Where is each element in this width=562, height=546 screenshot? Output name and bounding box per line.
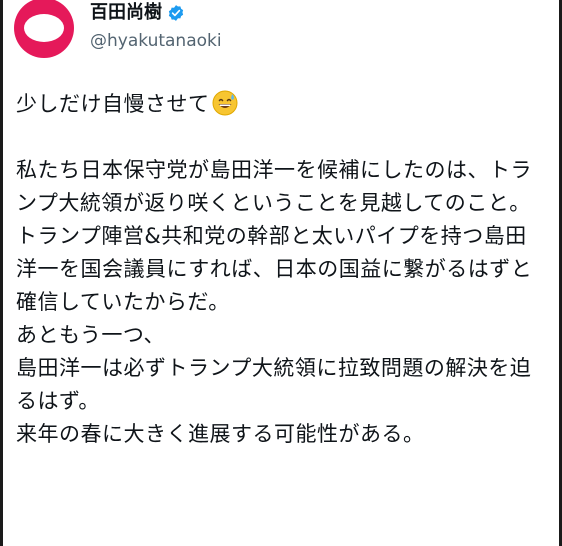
tweet-text: 少しだけ自慢させて 私たち日本保守党が島田洋一を候補にしたのは、トランプ大統領が…	[16, 88, 546, 451]
name-row: 百田尚樹	[90, 2, 222, 24]
author-handle[interactable]: @hyakutanaoki	[90, 30, 222, 52]
verified-badge-icon	[167, 4, 185, 22]
tweet-paragraph-3: あともう一つ、	[16, 323, 166, 347]
author-identity: 百田尚樹 @hyakutanaoki	[90, 2, 222, 52]
tweet-paragraph-4: 島田洋一は必ずトランプ大統領に拉致問題の解決を迫るはず。	[16, 356, 532, 413]
grinning-sweat-emoji-icon	[212, 90, 238, 116]
tweet-header: 百田尚樹 @hyakutanaoki	[14, 0, 222, 64]
tweet-paragraph-1: 私たち日本保守党が島田洋一を候補にしたのは、トランプ大統領が返り咲くということを…	[16, 158, 532, 215]
tweet-line-1: 少しだけ自慢させて	[16, 88, 546, 121]
author-display-name[interactable]: 百田尚樹	[90, 2, 162, 24]
tweet-paragraph-2: トランプ陣営&共和党の幹部と太いパイプを持つ島田洋一を国会議員にすれば、日本の国…	[16, 224, 533, 314]
tweet-paragraph-5: 来年の春に大きく進展する可能性がある。	[16, 422, 425, 446]
avatar[interactable]	[14, 0, 74, 58]
tweet-line-1-text: 少しだけ自慢させて	[16, 92, 210, 116]
